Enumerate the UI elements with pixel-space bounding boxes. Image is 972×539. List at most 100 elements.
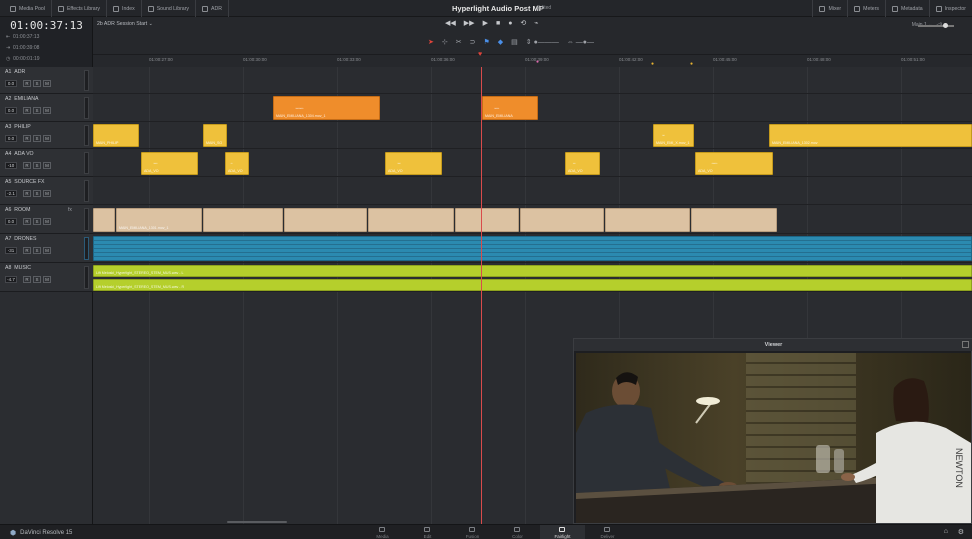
track-volume[interactable]: -10 — [5, 162, 17, 169]
track-header-a5[interactable]: A5 SOURCE FX -2.1 R S M — [0, 177, 93, 205]
adr-button[interactable]: ADR — [196, 0, 229, 17]
zoom-icon[interactable]: ⇕ ●——— — [526, 38, 559, 46]
track-header-a7[interactable]: A7 DRONES -31 R S M — [0, 234, 93, 263]
pointer-tool-icon[interactable]: ➤ — [428, 38, 434, 46]
solo-button[interactable]: S — [33, 162, 41, 169]
record-arm-button[interactable]: R — [23, 247, 31, 254]
record-arm-button[interactable]: R — [23, 107, 31, 114]
solo-button[interactable]: S — [33, 276, 41, 283]
zoom-horizontal-icon[interactable]: ⇔ —●— — [567, 39, 594, 46]
home-icon[interactable]: ⌂ — [944, 528, 948, 535]
effects-library-button[interactable]: Effects Library — [52, 0, 108, 17]
loop-icon[interactable]: ⟲ — [520, 19, 526, 27]
solo-button[interactable]: S — [33, 107, 41, 114]
lane-a5[interactable] — [93, 177, 972, 205]
page-media[interactable]: Media — [360, 525, 405, 539]
audio-clip[interactable] — [93, 208, 115, 232]
razor-tool-icon[interactable]: ✂ — [456, 38, 462, 46]
record-arm-button[interactable]: R — [23, 276, 31, 283]
stop-icon[interactable]: ■ — [496, 20, 500, 27]
play-icon[interactable]: ▶ — [483, 19, 488, 27]
view-options-icon[interactable]: ▤ — [511, 38, 518, 46]
monitor-volume-knob[interactable] — [943, 23, 948, 28]
audio-clip[interactable] — [455, 208, 519, 232]
horizontal-scrollbar[interactable] — [227, 521, 287, 523]
inspector-button[interactable]: Inspector — [928, 0, 972, 17]
record-arm-button[interactable]: R — [23, 190, 31, 197]
track-volume[interactable]: -2.1 — [5, 190, 17, 197]
audio-clip[interactable]: Lift Meloski_Hyperlight_STEREO_STEM_MUS.… — [93, 279, 972, 291]
record-arm-button[interactable]: R — [23, 135, 31, 142]
solo-button[interactable]: S — [33, 218, 41, 225]
audio-clip[interactable]: MAIN_EMILIANA_1301.mov_1 — [116, 208, 202, 232]
track-volume[interactable]: 0.0 — [5, 107, 17, 114]
solo-button[interactable]: S — [33, 80, 41, 87]
index-button[interactable]: Index — [107, 0, 142, 17]
playhead[interactable] — [481, 67, 482, 524]
record-arm-button[interactable]: R — [23, 218, 31, 225]
record-icon[interactable]: ● — [508, 20, 512, 27]
audio-clip[interactable] — [605, 208, 690, 232]
mute-button[interactable]: M — [43, 218, 51, 225]
mute-button[interactable]: M — [43, 190, 51, 197]
audio-clip[interactable] — [284, 208, 367, 232]
playhead-marker-icon[interactable]: ♥ — [478, 51, 482, 58]
gear-icon[interactable]: ⚙ — [958, 528, 964, 536]
track-header-a3[interactable]: A3 PHILIP 0.0 R S M — [0, 122, 93, 149]
rewind-icon[interactable]: ◀◀ — [445, 19, 456, 27]
page-color[interactable]: Color — [495, 525, 540, 539]
audio-clip[interactable]: ◦◦◦◦◦◦◦ ADA_VO — [695, 152, 773, 175]
record-arm-button[interactable]: R — [23, 162, 31, 169]
mute-button[interactable]: M — [43, 276, 51, 283]
audio-clip[interactable] — [203, 208, 283, 232]
monitor-volume-slider[interactable] — [918, 25, 954, 27]
audio-clip[interactable]: MAIN_SO — [203, 124, 227, 147]
audio-clip[interactable] — [93, 236, 972, 261]
track-volume[interactable]: 0.0 — [5, 135, 17, 142]
lane-a1[interactable] — [93, 67, 972, 94]
track-header-a4[interactable]: A4 ADA VO -10 R S M — [0, 149, 93, 177]
timeline-selector[interactable]: 2b ADR Session Start ⌄ — [97, 21, 153, 27]
timeline-marker[interactable]: ● — [536, 59, 539, 65]
fast-forward-icon[interactable]: ▶▶ — [464, 19, 475, 27]
audio-clip[interactable]: ◦◦ ADA_VO — [225, 152, 249, 175]
meters-button[interactable]: Meters — [847, 0, 885, 17]
track-volume[interactable]: 0.0 — [5, 80, 17, 87]
page-fusion[interactable]: Fusion — [450, 525, 495, 539]
audio-clip[interactable] — [520, 208, 604, 232]
track-header-a8[interactable]: A8 MUSIC -4.7 R S M — [0, 263, 93, 292]
media-pool-button[interactable]: Media Pool — [4, 0, 52, 17]
solo-button[interactable]: S — [33, 247, 41, 254]
range-tool-icon[interactable]: ⊹ — [442, 38, 448, 46]
page-edit[interactable]: Edit — [405, 525, 450, 539]
audio-clip[interactable] — [691, 208, 777, 232]
metadata-button[interactable]: Metadata — [885, 0, 929, 17]
mute-button[interactable]: M — [43, 107, 51, 114]
mute-button[interactable]: M — [43, 247, 51, 254]
audio-clip[interactable]: Lift Meloski_Hyperlight_STEREO_STEM_MUS.… — [93, 265, 972, 277]
page-deliver[interactable]: Deliver — [585, 525, 630, 539]
mute-button[interactable]: M — [43, 162, 51, 169]
audio-clip[interactable]: ◦◦◦◦◦◦◦◦◦◦ MAIN_EMILIANA_1304.mov_1 — [273, 96, 380, 120]
audio-clip[interactable]: MAIN_PHILIP — [93, 124, 139, 147]
track-header-a2[interactable]: A2 EMILIANA 0.0 R S M — [0, 94, 93, 122]
track-header-a6[interactable]: A6 ROOM fx 0.0 R S M — [0, 205, 93, 234]
page-fairlight[interactable]: Fairlight — [540, 525, 585, 539]
mute-button[interactable]: M — [43, 80, 51, 87]
audio-clip[interactable]: ◦◦◦◦◦ ADA_VO — [141, 152, 198, 175]
close-icon[interactable] — [962, 341, 969, 348]
marker-flag-icon[interactable]: ⚑ — [484, 38, 490, 46]
audio-clip[interactable]: ◦◦◦ ADA_VO — [565, 152, 600, 175]
record-arm-button[interactable]: R — [23, 80, 31, 87]
mute-button[interactable]: M — [43, 135, 51, 142]
track-header-a1[interactable]: A1 ADR 0.0 R S M — [0, 67, 93, 94]
audio-clip[interactable]: ◦◦◦ MAIN_EMI_X.mov_1 — [653, 124, 694, 147]
timecode-ruler[interactable]: 01:00:27:00 01:00:30:00 01:00:33:00 01:0… — [93, 51, 972, 67]
solo-button[interactable]: S — [33, 135, 41, 142]
audio-clip[interactable]: ◦◦◦◦ ADA_VO — [385, 152, 442, 175]
audio-clip[interactable]: MAIN_EMILIANA_1302.mov — [769, 124, 972, 147]
track-fx-indicator[interactable]: fx — [68, 207, 72, 213]
marker-icon[interactable]: ◆ — [498, 38, 503, 46]
solo-button[interactable]: S — [33, 190, 41, 197]
track-volume[interactable]: -4.7 — [5, 276, 17, 283]
